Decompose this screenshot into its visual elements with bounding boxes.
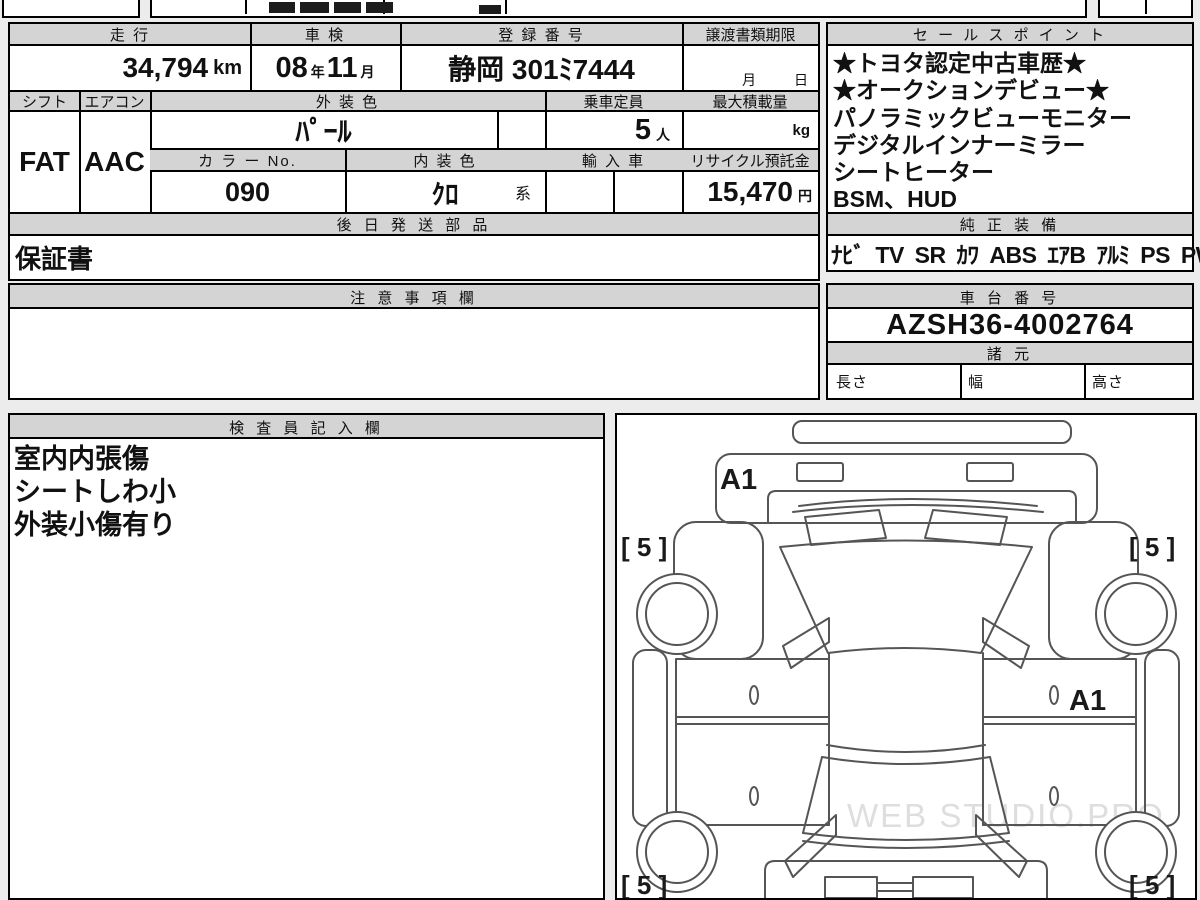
later-parts-value: 保証書 [15,244,94,274]
headlight [924,509,1008,546]
sales-point: ★オークションデビュー★ [833,77,1109,104]
interior-color-suffix: 系 [515,186,532,203]
registration-value: 静岡 301ﾐ7444 [448,54,635,85]
exterior-color-header: 外 装 色 [315,93,380,111]
cropped-text-remnant [334,2,361,13]
max-load-unit: kg [792,121,810,139]
equipment-value: ﾅﾋﾞ TV SR ｶﾜ ABS ｴｱB ｱﾙﾐ PS PW [831,242,1200,268]
side-mirror [782,617,830,669]
left-doors [675,658,830,826]
cropped-text-remnant [300,2,329,13]
side-sill [632,649,668,827]
wheel-front-right-inner [1104,582,1168,646]
exterior-color-value: ﾊﾟｰﾙ [295,116,352,147]
length-label: 長さ [836,374,869,391]
license-plate-recess [824,876,878,898]
max-load-header: 最大積載量 [712,93,788,111]
cropped-cell [150,0,1087,18]
tire-grade-rear-left: [ 5 ] [621,870,667,898]
recycle-header: リサイクル預託金 [690,152,810,170]
car-top-view-diagram: WEB STUDIO.PRO A1 A1 [5] [5] [5] [… [621,420,1180,898]
equipment-label: 純 正 装 備 [959,216,1061,234]
hood-damage-mark: A1 [720,464,757,496]
aircon-header: エアコン [84,93,145,111]
side-mirror [982,617,1030,669]
inspector-label: 検 査 員 記 入 欄 [229,419,384,437]
aircon-value: AAC [84,146,145,177]
sales-point: ★トヨタ認定中古車歴★ [833,50,1086,76]
mileage-header: 走 行 [109,26,151,44]
caution-notes-box: 注 意 事 項 欄 [8,283,820,400]
recycle-value: 15,470 円 [707,176,812,207]
inspector-notes-box: 検 査 員 記 入 欄 室内内張傷 シートしわ小 外装小傷有り [8,413,605,900]
c-pillar [802,756,823,834]
cropped-text-remnant [479,5,501,14]
inspector-notes-list: 室内内張傷 シートしわ小 外装小傷有り [14,443,176,542]
cropped-text-remnant [269,2,295,13]
headlight [804,509,887,546]
sales-point: パノラミックビューモニター [833,104,1132,131]
tire-grade-rear-right: [ 5 ] [1129,870,1175,898]
front-bumper [792,420,1072,444]
sales-point: BSM、HUD [833,186,957,213]
color-no-header: カ ラ ー No. [198,152,297,170]
vehicle-info-table: 走 行 車 検 登 録 番 号 譲渡書類期限 34,794 km 08 年 11 月 … [8,22,820,281]
caution-label: 注 意 事 項 欄 [350,289,478,307]
cropped-cell [2,0,140,18]
grille-slot [966,462,1014,482]
mileage-value: 34,794 km [122,52,242,83]
chassis-label: 車 台 番 号 [959,289,1061,307]
shift-header: シフト [21,93,67,111]
tire-grade-front-left: [ 5 ] [621,532,667,562]
rear-window-arc [821,756,991,765]
cowl-arc [792,504,1044,513]
windshield [779,539,1033,654]
color-no-value: 090 [224,176,271,207]
hood-inner-line [767,490,1077,524]
import-header: 輸 入 車 [581,152,646,170]
car-diagram-box: WEB STUDIO.PRO A1 A1 [5] [5] [5] [… [615,413,1197,900]
mileage-unit: km [213,56,242,79]
capacity-header: 乗車定員 [583,93,644,111]
sales-points-box: セ ー ル ス ポ イ ン ト ★トヨタ認定中古車歴★ ★オークションデビュー★… [826,22,1200,272]
rear-bumper [764,860,1048,898]
cropped-text-remnant [366,2,393,13]
sales-points-label: セ ー ル ス ポ イ ン ト [912,26,1108,44]
door-handle [749,685,759,705]
grille-slot [796,462,844,482]
sales-point: デジタルインナーミラー [833,131,1086,158]
chassis-box: 車 台 番 号 AZSH36-4002764 諸 元 長さ 幅 高さ [826,283,1194,400]
door-damage-mark: A1 [1069,685,1106,717]
license-plate-recess [912,876,974,898]
door-handle [1049,685,1059,705]
rear-window-arc [826,744,986,753]
chassis-number: AZSH36-4002764 [886,308,1134,341]
inspector-note: シートしわ小 [14,477,176,507]
bumper-step-lines [876,882,914,892]
capacity-value: 5人 [634,113,670,146]
height-label: 高さ [1092,374,1125,391]
inspection-value: 08 年 11 月 [275,51,375,84]
cropped-cell [1098,0,1193,18]
sales-point: シートヒーター [833,159,994,186]
interior-color-header: 内 装 色 [413,152,477,170]
wheel-front-left-inner [645,582,709,646]
later-parts-label: 後 日 発 送 部 品 [336,216,492,234]
sales-points-list: ★トヨタ認定中古車歴★ ★オークションデビュー★ パノラミックビューモニター デ… [833,50,1132,214]
specs-label: 諸 元 [986,345,1034,363]
rear-deck-arc [802,840,1010,849]
door-handle [749,786,759,806]
inspector-note: 外装小傷有り [14,510,176,540]
transfer-deadline-header: 譲渡書類期限 [705,26,796,44]
width-label: 幅 [968,374,985,391]
inspector-note: 室内内張傷 [14,444,149,474]
tire-grade-front-right: [ 5 ] [1129,532,1175,562]
inspection-header: 車 検 [304,26,346,44]
shift-value: FAT [19,146,70,177]
registration-header: 登 録 番 号 [498,26,585,44]
